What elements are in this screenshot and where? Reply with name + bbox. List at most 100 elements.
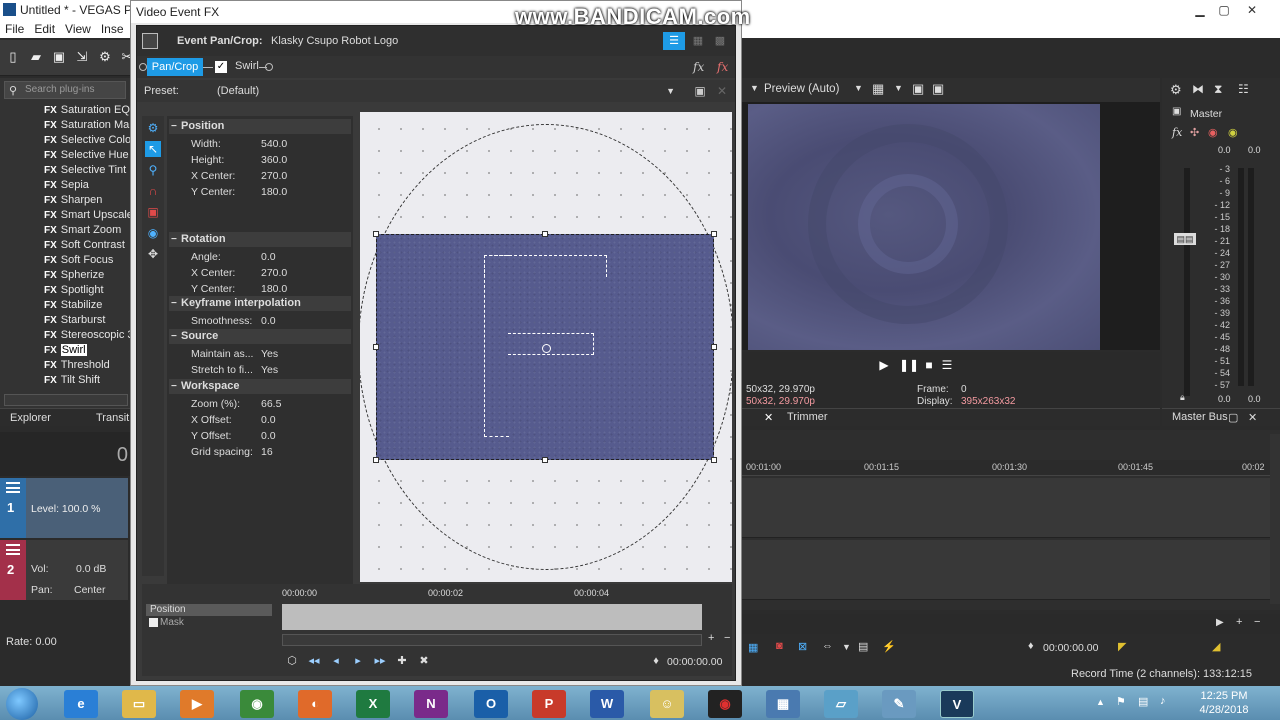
- snap-magnet-icon[interactable]: ∩: [145, 183, 161, 199]
- open-folder-icon[interactable]: ▰: [29, 50, 43, 64]
- menu-file[interactable]: File: [0, 20, 29, 38]
- keyframe-scrollbar[interactable]: [282, 634, 702, 646]
- plugin-item[interactable]: FX Swirl: [44, 344, 130, 359]
- save-snapshot-icon[interactable]: ▣: [932, 81, 944, 97]
- app-icon[interactable]: ☺: [650, 690, 684, 718]
- options-gear-icon[interactable]: ⚙: [145, 120, 161, 136]
- minimize-icon[interactable]: ▁: [1188, 2, 1212, 18]
- property-row[interactable]: Y Offset: 0.0: [181, 429, 351, 444]
- scroll-right-icon[interactable]: ▶: [1216, 617, 1224, 628]
- resize-handle[interactable]: [542, 457, 548, 463]
- bandicam-icon[interactable]: ◉: [708, 690, 742, 718]
- plugin-item[interactable]: FX Selective Hue: [44, 149, 130, 164]
- property-row[interactable]: Smoothness: 0.0: [181, 314, 351, 329]
- property-value[interactable]: 540.0: [261, 138, 287, 150]
- preview-quality-dropdown[interactable]: Preview (Auto): [764, 83, 839, 95]
- kf-zoom-out-icon[interactable]: −: [724, 632, 730, 644]
- resize-handle[interactable]: [373, 344, 379, 350]
- plugin-item[interactable]: FX Soft Focus: [44, 254, 130, 269]
- plugin-item[interactable]: FX Saturation EQ: [44, 104, 130, 119]
- grid-view-icon[interactable]: ▦: [689, 32, 707, 50]
- loop-region-icon[interactable]: ◤: [1118, 640, 1126, 653]
- preview-options-arrow-icon[interactable]: ▼: [750, 83, 759, 93]
- chain-pan-crop-button[interactable]: Pan/Crop: [147, 58, 203, 76]
- property-row[interactable]: Width: 540.0: [181, 137, 351, 152]
- tray-volume-icon[interactable]: ♪: [1160, 695, 1166, 707]
- resize-handle[interactable]: [711, 231, 717, 237]
- start-button[interactable]: [6, 688, 38, 720]
- outlook-icon[interactable]: O: [474, 690, 508, 718]
- plugin-item[interactable]: FX Sharpen: [44, 194, 130, 209]
- prev-keyframe-icon[interactable]: ◂: [328, 654, 344, 668]
- keyframe-track-mask[interactable]: Mask: [146, 617, 272, 629]
- property-value[interactable]: 270.0: [261, 267, 287, 279]
- lock-envelopes-icon[interactable]: ⊠: [798, 640, 807, 653]
- kf-zoom-in-icon[interactable]: +: [708, 632, 714, 644]
- pan-value[interactable]: Center: [74, 584, 106, 596]
- timeline-ruler[interactable]: 00:01:00 00:01:15 00:01:30 00:01:45 00:0…: [742, 460, 1270, 476]
- vol-value[interactable]: 0.0 dB: [76, 563, 106, 575]
- resize-handle[interactable]: [711, 344, 717, 350]
- master-fader-handle[interactable]: ▤▤: [1174, 233, 1196, 245]
- plugin-item[interactable]: FX Spotlight: [44, 284, 130, 299]
- loop-end-icon[interactable]: ◢: [1212, 640, 1220, 653]
- last-keyframe-icon[interactable]: ▸▸: [372, 654, 388, 668]
- resize-handle[interactable]: [711, 457, 717, 463]
- new-file-icon[interactable]: ▯: [6, 50, 20, 64]
- render-icon[interactable]: ⇲: [75, 50, 89, 64]
- solo-icon[interactable]: ◉: [1228, 126, 1238, 139]
- list-view-icon[interactable]: ☰: [663, 32, 685, 50]
- master-fader-track[interactable]: [1184, 168, 1190, 396]
- move-icon[interactable]: ✥: [145, 246, 161, 262]
- snap-icon[interactable]: ▦: [748, 641, 758, 654]
- property-section-header[interactable]: Rotation: [169, 232, 351, 247]
- property-row[interactable]: Angle: 0.0: [181, 250, 351, 265]
- property-value[interactable]: 66.5: [261, 398, 281, 410]
- tray-network-icon[interactable]: ▤: [1138, 695, 1148, 708]
- explorer-icon[interactable]: ▭: [122, 690, 156, 718]
- downmix-icon[interactable]: ⧗: [1214, 82, 1222, 97]
- timeline-hscroll[interactable]: ▶ + −: [742, 614, 1280, 634]
- timeline-vscroll[interactable]: [1270, 434, 1280, 604]
- track-level[interactable]: Level: 100.0 %: [31, 503, 100, 515]
- zoom-in-icon[interactable]: +: [1236, 616, 1242, 628]
- onenote-icon[interactable]: N: [414, 690, 448, 718]
- maximize-icon[interactable]: ▢: [1212, 2, 1236, 18]
- keyframe-ruler[interactable]: 00:00:00 00:00:02 00:00:04: [282, 586, 702, 602]
- selection-edit-icon[interactable]: ⚡: [882, 640, 896, 653]
- pause-icon[interactable]: ❚❚: [899, 358, 919, 372]
- word-icon[interactable]: W: [590, 690, 624, 718]
- settings-gear-icon[interactable]: ⚙: [98, 50, 112, 64]
- plugin-item[interactable]: FX Soft Contrast: [44, 239, 130, 254]
- copy-snapshot-icon[interactable]: ▣: [912, 81, 924, 97]
- vegas-taskbar-icon[interactable]: V: [940, 690, 974, 718]
- first-keyframe-icon[interactable]: ◂◂: [306, 654, 322, 668]
- plugin-item[interactable]: FX Stabilize: [44, 299, 130, 314]
- tray-arrow-icon[interactable]: ▲: [1096, 697, 1105, 707]
- property-value[interactable]: Yes: [261, 364, 278, 376]
- property-row[interactable]: Height: 360.0: [181, 153, 351, 168]
- video-track-lane[interactable]: [742, 478, 1270, 538]
- property-value[interactable]: 0.0: [261, 315, 276, 327]
- stop-icon[interactable]: ■: [922, 358, 936, 372]
- bypass-icon[interactable]: ◉: [1208, 126, 1218, 139]
- master-checkbox-icon[interactable]: ▣: [1172, 106, 1181, 117]
- resize-handle[interactable]: [373, 231, 379, 237]
- track-menu-icon[interactable]: [6, 482, 20, 493]
- audio-track-header[interactable]: 2 Vol: 0.0 dB Pan: Center: [0, 540, 128, 600]
- plugin-item[interactable]: FX Smart Zoom: [44, 224, 130, 239]
- tab-trimmer[interactable]: Trimmer: [787, 411, 828, 423]
- resize-handle[interactable]: [373, 457, 379, 463]
- plugin-list-scrollbar[interactable]: [4, 394, 128, 406]
- add-keyframe-icon[interactable]: ✚: [394, 654, 410, 668]
- media-player-icon[interactable]: ▶: [180, 690, 214, 718]
- next-keyframe-icon[interactable]: ▸: [350, 654, 366, 668]
- save-preset-icon[interactable]: ▣: [693, 84, 707, 98]
- property-section-header[interactable]: Source: [169, 329, 351, 344]
- mute-icon[interactable]: ⧓: [1192, 82, 1204, 96]
- chevron-down-icon[interactable]: ▼: [894, 83, 903, 93]
- lock-aspect-icon[interactable]: ▣: [145, 204, 161, 220]
- close-icon[interactable]: ✕: [1248, 411, 1257, 424]
- crop-frame[interactable]: [376, 234, 714, 460]
- menu-insert[interactable]: Inse: [96, 20, 129, 38]
